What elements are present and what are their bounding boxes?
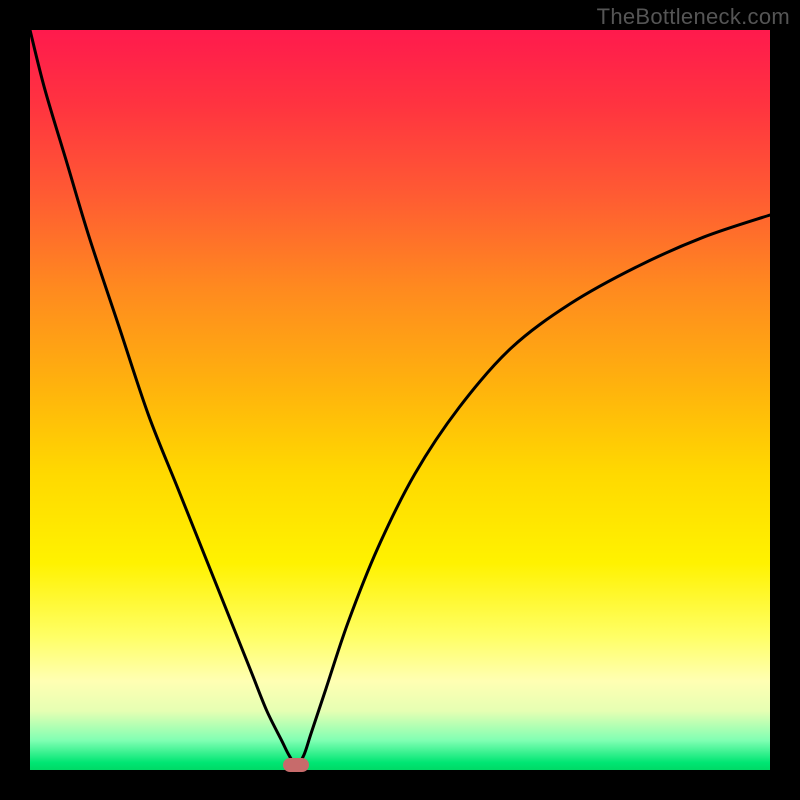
plot-area <box>30 30 770 770</box>
watermark-text: TheBottleneck.com <box>597 4 790 30</box>
bottleneck-curve <box>30 30 770 765</box>
minimum-marker <box>283 758 309 772</box>
curve-svg <box>30 30 770 770</box>
chart-frame: TheBottleneck.com <box>0 0 800 800</box>
